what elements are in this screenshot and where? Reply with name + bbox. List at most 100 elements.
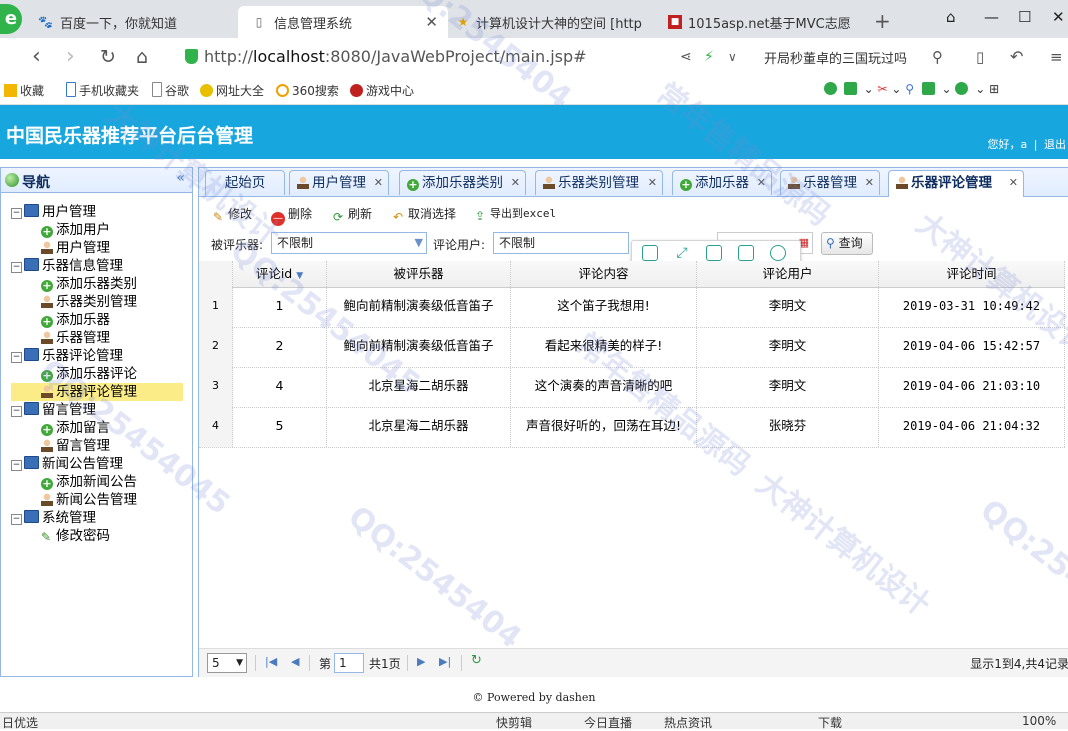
- tab-add-category[interactable]: + 添加乐器类别 ✕: [399, 170, 526, 195]
- home-icon[interactable]: ⌂: [136, 46, 148, 68]
- tablet-icon[interactable]: ▯: [976, 48, 984, 66]
- copy-icon[interactable]: [642, 245, 658, 261]
- nav-item[interactable]: 新闻公告管理: [41, 491, 137, 509]
- new-tab-icon[interactable]: +: [874, 9, 891, 33]
- nav-group[interactable]: − 用户管理: [11, 203, 96, 221]
- window-close-icon[interactable]: ✕: [1052, 8, 1065, 26]
- collapse-toggle-icon[interactable]: −: [11, 460, 22, 471]
- chevron-down-icon[interactable]: ∨: [728, 50, 737, 64]
- nav-item[interactable]: 乐器管理: [41, 329, 110, 347]
- user-filter-input[interactable]: 不限制: [493, 232, 629, 254]
- reload-icon[interactable]: ↻: [471, 653, 482, 668]
- tab-home[interactable]: 起始页: [205, 170, 285, 195]
- shirt-icon[interactable]: ⌂: [946, 8, 956, 26]
- status-item[interactable]: 热点资讯: [664, 714, 712, 731]
- nav-item[interactable]: 用户管理: [41, 239, 110, 257]
- menu-icon[interactable]: ≡: [1050, 48, 1063, 66]
- browser-tab-blog[interactable]: ★ 计算机设计大神的空间 [http: [448, 6, 660, 38]
- nav-group[interactable]: − 系统管理: [11, 509, 96, 527]
- table-row[interactable]: 4 5 北京星海二胡乐器 声音很好听的，回荡在耳边! 张晓芬 2019-04-06 21:…: [199, 407, 1065, 448]
- expand-icon[interactable]: ⤢: [674, 245, 690, 261]
- collapse-toggle-icon[interactable]: −: [11, 352, 22, 363]
- close-icon[interactable]: ✕: [865, 171, 874, 195]
- extension-icons[interactable]: ⌄ ✂ ⌄ ⚲ ⌄ ⌄ ⊞: [824, 82, 999, 96]
- nav-item[interactable]: 乐器类别管理: [41, 293, 137, 311]
- settings-icon[interactable]: [770, 245, 786, 261]
- close-icon[interactable]: ✕: [511, 171, 520, 195]
- nav-item[interactable]: + 添加乐器类别: [41, 275, 137, 293]
- collapse-toggle-icon[interactable]: −: [11, 262, 22, 273]
- close-icon[interactable]: ✕: [425, 13, 438, 31]
- search-icon[interactable]: ⚲: [932, 48, 943, 66]
- back-icon[interactable]: ‹: [32, 44, 41, 69]
- column-header[interactable]: 评论内容: [511, 261, 697, 287]
- nav-item[interactable]: + 添加乐器: [41, 311, 110, 329]
- share-icon[interactable]: ⋖: [680, 49, 692, 65]
- collapse-toggle-icon[interactable]: −: [11, 514, 22, 525]
- bookmark-favorites[interactable]: 收藏: [4, 82, 44, 99]
- close-icon[interactable]: ✕: [374, 171, 383, 195]
- forward-icon[interactable]: ›: [66, 44, 75, 69]
- maximize-icon[interactable]: ☐: [1018, 8, 1031, 26]
- collapse-toggle-icon[interactable]: −: [11, 406, 22, 417]
- browser-search-field[interactable]: 开局秒董卓的三国玩过吗: [764, 48, 907, 67]
- edit-button[interactable]: ✎ 修改: [211, 205, 252, 224]
- page-number-input[interactable]: 1: [334, 653, 364, 673]
- query-button[interactable]: ⚲ 查询: [821, 232, 873, 255]
- close-icon[interactable]: ✕: [1009, 171, 1018, 195]
- zoom-level[interactable]: 100%: [1022, 714, 1056, 728]
- last-page-icon[interactable]: ▶|: [439, 655, 451, 668]
- unselect-button[interactable]: ↶ 取消选择: [391, 205, 456, 224]
- column-header[interactable]: 评论id ▼: [233, 261, 327, 287]
- status-item[interactable]: 下载: [818, 714, 842, 731]
- nav-group[interactable]: − 留言管理: [11, 401, 96, 419]
- next-page-icon[interactable]: ▶: [417, 655, 425, 668]
- column-header[interactable]: 评论时间: [879, 261, 1065, 287]
- table-row[interactable]: 1 1 鲍向前精制演奏级低音笛子 这个笛子我想用! 李明文 2019-03-31 10:4…: [199, 287, 1065, 328]
- nav-item[interactable]: ✎ 修改密码: [41, 527, 110, 545]
- nav-item[interactable]: + 添加用户: [41, 221, 110, 239]
- nav-item[interactable]: 留言管理: [41, 437, 110, 455]
- minimize-icon[interactable]: —: [984, 8, 999, 26]
- nav-item[interactable]: + 添加乐器评论: [41, 365, 137, 383]
- browser-tab-active[interactable]: ▯ 信息管理系统 ✕: [238, 6, 448, 38]
- nav-group[interactable]: − 乐器信息管理: [11, 257, 123, 275]
- nav-item[interactable]: + 添加新闻公告: [41, 473, 137, 491]
- first-page-icon[interactable]: |◀: [265, 655, 277, 668]
- bookmark-360[interactable]: 360搜索: [276, 82, 339, 99]
- bookmark-sites[interactable]: 网址大全: [200, 82, 264, 99]
- collapse-toggle-icon[interactable]: −: [11, 208, 22, 219]
- tab-category-management[interactable]: 乐器类别管理 ✕: [535, 170, 663, 195]
- reload-icon[interactable]: ↻: [100, 46, 116, 68]
- nav-item[interactable]: + 添加留言: [41, 419, 110, 437]
- browser-tab-asp[interactable]: ■ 1015asp.net基于MVC志愿: [660, 6, 866, 38]
- browser-tab-baidu[interactable]: 🐾 百度一下，你就知道: [24, 6, 236, 38]
- status-item[interactable]: 今日直播: [584, 714, 632, 731]
- share-out-icon[interactable]: [738, 245, 754, 261]
- status-item[interactable]: 快剪辑: [496, 714, 532, 731]
- refresh-button[interactable]: ⟳ 刷新: [331, 205, 372, 224]
- logout-link[interactable]: 退出: [1044, 138, 1066, 151]
- page-size-select[interactable]: 5 ▼: [207, 653, 247, 673]
- save-icon[interactable]: [706, 245, 722, 261]
- nav-group[interactable]: − 乐器评论管理: [11, 347, 123, 365]
- bookmark-mobile[interactable]: 手机收藏夹: [66, 82, 139, 99]
- tab-comment-management[interactable]: 乐器评论管理 ✕: [888, 170, 1024, 197]
- nav-group[interactable]: − 新闻公告管理: [11, 455, 123, 473]
- tab-user-management[interactable]: 用户管理 ✕: [289, 170, 389, 195]
- lightning-icon[interactable]: ⚡: [704, 49, 714, 65]
- close-icon[interactable]: ✕: [648, 171, 657, 195]
- bookmark-google[interactable]: 谷歌: [152, 82, 189, 99]
- column-header[interactable]: 被评乐器: [327, 261, 511, 287]
- instrument-filter-select[interactable]: 不限制 ▼: [271, 232, 427, 254]
- table-row[interactable]: 3 4 北京星海二胡乐器 这个演奏的声音清晰的吧 李明文 2019-04-06 21:03…: [199, 367, 1065, 408]
- table-row[interactable]: 2 2 鲍向前精制演奏级低音笛子 看起来很精美的样子! 李明文 2019-04-06 15…: [199, 327, 1065, 368]
- nav-item[interactable]: 乐器评论管理: [11, 383, 183, 401]
- undo-icon[interactable]: ↶: [1010, 47, 1023, 66]
- tab-add-instrument[interactable]: + 添加乐器 ✕: [672, 170, 772, 195]
- url-field[interactable]: http://localhost:8080/JavaWebProject/mai…: [204, 47, 587, 66]
- export-button[interactable]: ⇪ 导出到excel: [473, 205, 556, 223]
- close-icon[interactable]: ✕: [757, 171, 766, 195]
- prev-page-icon[interactable]: ◀: [291, 655, 299, 668]
- column-header[interactable]: 评论用户: [697, 261, 879, 287]
